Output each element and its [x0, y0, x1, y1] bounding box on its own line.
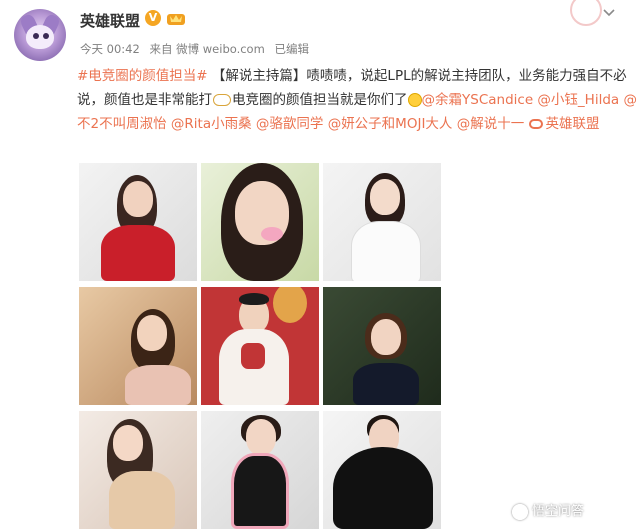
avatar-eye	[43, 33, 49, 39]
photo-figure	[351, 221, 421, 281]
photo-figure	[370, 179, 400, 215]
photo-thumbnail[interactable]	[323, 163, 441, 281]
mention-link[interactable]: @骆歆同学	[256, 116, 324, 132]
photo-thumbnail[interactable]	[79, 163, 197, 281]
shirt-print	[241, 343, 265, 369]
mention-link[interactable]: @余霜YSCandice	[422, 92, 534, 108]
photo-figure	[137, 315, 167, 351]
photo-figure	[231, 453, 289, 529]
watermark-text: 悟空问答	[532, 504, 585, 519]
avatar[interactable]	[14, 9, 66, 61]
vip-crown-icon[interactable]	[166, 10, 186, 26]
chevron-down-icon[interactable]	[602, 6, 616, 20]
mention-link[interactable]: @解说十一	[457, 116, 525, 132]
photo-thumbnail[interactable]	[79, 411, 197, 529]
photo-figure	[246, 419, 276, 455]
photo-figure	[353, 363, 419, 405]
photo-figure	[239, 293, 269, 305]
topic-link-label: 英雄联盟	[545, 116, 600, 132]
photo-figure	[125, 365, 191, 405]
photo-figure	[371, 319, 401, 355]
verified-icon: V	[145, 10, 161, 26]
avatar-face	[26, 25, 54, 49]
mention-link[interactable]: @Rita小雨桑	[171, 116, 252, 132]
photo-figure	[101, 225, 175, 281]
post-source[interactable]: 来自 微博 weibo.com	[149, 42, 264, 56]
photo-thumbnail[interactable]	[79, 287, 197, 405]
user-name[interactable]: 英雄联盟	[80, 10, 140, 31]
post-edited[interactable]: 已编辑	[274, 42, 309, 56]
post-meta: 今天 00:42 来自 微博 weibo.com 已编辑	[80, 41, 315, 57]
avatar-eye	[33, 33, 39, 39]
glasses-emoji-icon	[213, 94, 231, 106]
photo-figure	[113, 425, 143, 461]
photo-figure	[123, 181, 153, 217]
photo-figure	[109, 471, 175, 529]
post-time[interactable]: 今天 00:42	[80, 42, 140, 56]
balloon-prop	[273, 287, 307, 323]
link-icon	[528, 119, 543, 129]
photo-thumbnail[interactable]	[201, 163, 319, 281]
post-topic: 【解说主持篇】	[211, 68, 307, 84]
mention-link[interactable]: @小钰_Hilda	[537, 92, 619, 108]
watermark: 悟空问答	[512, 500, 584, 520]
photo-thumbnail[interactable]	[201, 411, 319, 529]
topic-link[interactable]: 英雄联盟	[528, 116, 600, 132]
post-text: #电竞圈的颜值担当# 【解说主持篇】啧啧啧，说起LPL的解说主持团队，业务能力强…	[77, 64, 637, 136]
mention-link[interactable]: @妍公子和MOJI大人	[328, 116, 453, 132]
photo-thumbnail[interactable]	[201, 287, 319, 405]
photo-thumbnail[interactable]	[323, 411, 441, 529]
photo-thumbnail[interactable]	[323, 287, 441, 405]
hashtag-link[interactable]: #电竞圈的颜值担当#	[77, 68, 208, 84]
wukong-logo-icon	[512, 503, 528, 520]
kiss-emoji-icon	[407, 93, 422, 107]
flower-prop	[261, 227, 283, 241]
seal-icon	[570, 0, 602, 26]
photo-figure	[333, 447, 433, 529]
post-body-2: 电竞圈的颜值担当就是你们了	[232, 92, 408, 108]
